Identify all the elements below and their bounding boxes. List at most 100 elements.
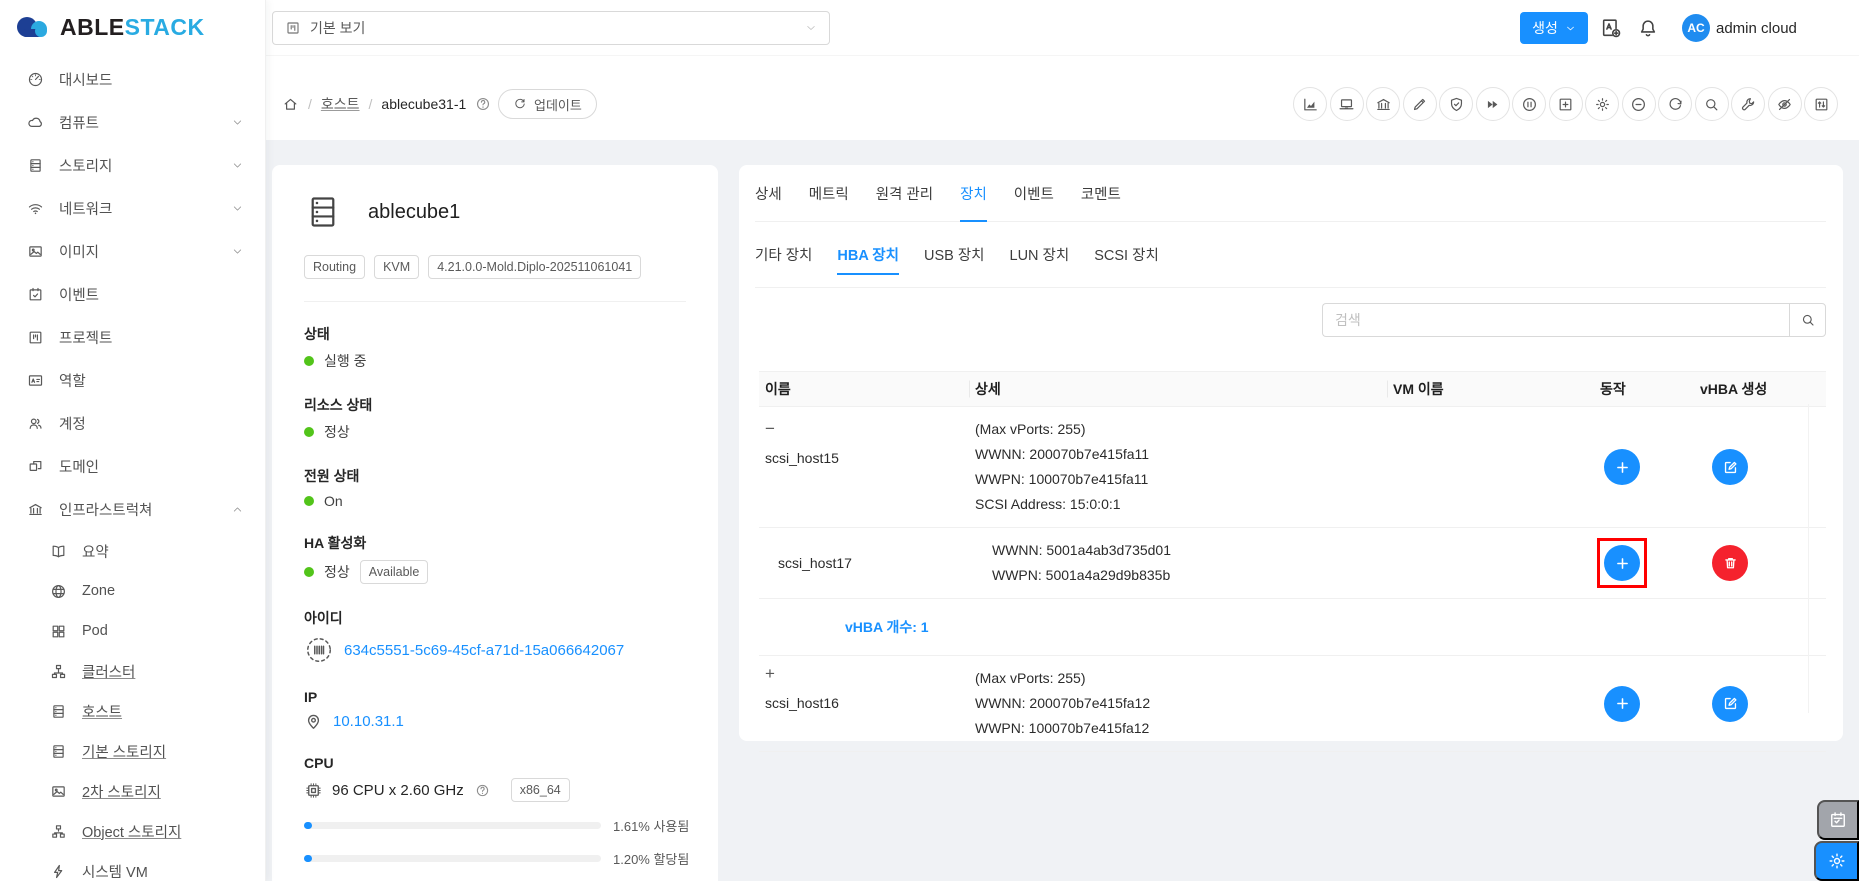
tab-events[interactable]: 이벤트 bbox=[1014, 165, 1054, 221]
id-section: 아이디 634c5551-5c69-45cf-a71d-15a066642067 bbox=[304, 608, 686, 665]
tag-routing: Routing bbox=[304, 255, 365, 279]
tab-metrics[interactable]: 메트릭 bbox=[809, 165, 849, 221]
device-search bbox=[1322, 303, 1826, 337]
cpu-value: 96 CPU x 2.60 GHz bbox=[332, 782, 464, 799]
user-avatar[interactable]: AC bbox=[1682, 14, 1710, 42]
device-name: scsi_host17 bbox=[778, 555, 852, 571]
tab-comments[interactable]: 코멘트 bbox=[1081, 165, 1121, 221]
sidebar-item-dashboard[interactable]: 대시보드 bbox=[0, 58, 265, 101]
sidebar-item-pod[interactable]: Pod bbox=[0, 611, 265, 651]
question-circle-icon[interactable] bbox=[475, 783, 490, 798]
view-selector[interactable]: 기본 보기 bbox=[272, 11, 830, 45]
sidebar-item-secondary-storage[interactable]: 2차 스토리지 bbox=[0, 771, 265, 811]
bank-icon bbox=[27, 501, 44, 518]
search-host-button[interactable] bbox=[1695, 87, 1729, 121]
settings-drawer-button[interactable] bbox=[1814, 841, 1859, 881]
brand-logo[interactable]: ABLESTACK bbox=[14, 12, 205, 42]
collapse-row-toggle[interactable]: − bbox=[765, 421, 780, 436]
sidebar-item-storage[interactable]: 스토리지 bbox=[0, 144, 265, 187]
host-detail-panel: 상세 메트릭 원격 관리 장치 이벤트 코멘트 기타 장치 HBA 장치 USB… bbox=[739, 165, 1843, 741]
device-detail-line: (Max vPorts: 255) bbox=[975, 666, 1381, 691]
view-console-button[interactable] bbox=[1330, 87, 1364, 121]
search-button[interactable] bbox=[1789, 303, 1826, 337]
table-row: + scsi_host16 (Max vPorts: 255) WWNN: 20… bbox=[759, 656, 1826, 752]
search-input[interactable] bbox=[1322, 303, 1789, 337]
sidebar-item-roles[interactable]: 역할 bbox=[0, 359, 265, 402]
subtab-usb-devices[interactable]: USB 장치 bbox=[924, 222, 985, 287]
update-button[interactable]: 업데이트 bbox=[498, 89, 597, 119]
subtab-lun-devices[interactable]: LUN 장치 bbox=[1010, 222, 1070, 287]
infrastructure-button[interactable] bbox=[1366, 87, 1400, 121]
user-name[interactable]: admin cloud bbox=[1716, 20, 1797, 37]
status-dot-green bbox=[304, 356, 314, 366]
col-name: 이름 bbox=[759, 372, 969, 406]
home-icon[interactable] bbox=[282, 96, 299, 113]
cpu-used-label: 1.61% 사용됨 bbox=[613, 816, 689, 835]
domain-blocks-icon bbox=[27, 458, 44, 475]
expand-row-toggle[interactable]: + bbox=[765, 666, 780, 681]
event-log-drawer-button[interactable] bbox=[1817, 800, 1859, 840]
cpu-chip-icon bbox=[304, 781, 323, 800]
hide-button[interactable] bbox=[1768, 87, 1802, 121]
delete-vhba-button[interactable] bbox=[1712, 545, 1748, 581]
plus-icon bbox=[1614, 695, 1631, 712]
host-ip-link[interactable]: 10.10.31.1 bbox=[333, 713, 404, 730]
subtab-other-devices[interactable]: 기타 장치 bbox=[755, 222, 812, 287]
tab-details[interactable]: 상세 bbox=[755, 165, 782, 221]
edit-vhba-button[interactable] bbox=[1712, 686, 1748, 722]
add-vhba-button[interactable] bbox=[1604, 686, 1640, 722]
migrate-button[interactable] bbox=[1476, 87, 1510, 121]
edit-vhba-button[interactable] bbox=[1712, 449, 1748, 485]
sidebar-item-domains[interactable]: 도메인 bbox=[0, 445, 265, 488]
maintenance-button[interactable] bbox=[1512, 87, 1546, 121]
settings-button[interactable] bbox=[1585, 87, 1619, 121]
view-selector-value: 기본 보기 bbox=[310, 18, 365, 38]
ha-available-tag: Available bbox=[360, 560, 429, 584]
restart-button[interactable] bbox=[1658, 87, 1692, 121]
cloud-icon bbox=[27, 114, 44, 131]
sidebar-item-accounts[interactable]: 계정 bbox=[0, 402, 265, 445]
add-vhba-button[interactable] bbox=[1604, 545, 1640, 581]
cpu-section: CPU 96 CPU x 2.60 GHz x86_64 1.61% 사용됨 1… bbox=[304, 755, 686, 868]
sidebar-item-system-vm[interactable]: 시스템 VM bbox=[0, 851, 265, 881]
disable-button[interactable] bbox=[1622, 87, 1656, 121]
edit-button[interactable] bbox=[1403, 87, 1437, 121]
sidebar-item-compute[interactable]: 컴퓨트 bbox=[0, 101, 265, 144]
sidebar-item-cluster[interactable]: 클러스터 bbox=[0, 651, 265, 691]
subtab-hba-devices[interactable]: HBA 장치 bbox=[837, 222, 899, 287]
sidebar-item-hosts[interactable]: 호스트 bbox=[0, 691, 265, 731]
sidebar-item-primary-storage[interactable]: 기본 스토리지 bbox=[0, 731, 265, 771]
device-detail-line: WWNN: 5001a4ab3d735d01 bbox=[992, 538, 1381, 563]
vhba-count-link[interactable]: vHBA 개수: 1 bbox=[759, 599, 1826, 655]
divider bbox=[304, 301, 686, 302]
sidebar-item-network[interactable]: 네트워크 bbox=[0, 187, 265, 230]
subtab-scsi-devices[interactable]: SCSI 장치 bbox=[1094, 222, 1159, 287]
sidebar-item-events[interactable]: 이벤트 bbox=[0, 273, 265, 316]
tab-remote-management[interactable]: 원격 관리 bbox=[876, 165, 933, 221]
vm-name-cell bbox=[1387, 528, 1594, 598]
sidebar-item-projects[interactable]: 프로젝트 bbox=[0, 316, 265, 359]
create-button[interactable]: 생성 bbox=[1520, 12, 1588, 44]
add-button[interactable] bbox=[1549, 87, 1583, 121]
view-metrics-button[interactable] bbox=[1293, 87, 1327, 121]
col-vm-name: VM 이름 bbox=[1387, 372, 1594, 406]
question-circle-icon[interactable] bbox=[475, 96, 491, 112]
device-detail-line: WWNN: 200070b7e415fa11 bbox=[975, 442, 1381, 467]
sidebar-item-summary[interactable]: 요약 bbox=[0, 531, 265, 571]
tab-devices[interactable]: 장치 bbox=[960, 165, 987, 221]
vm-name-cell bbox=[1387, 407, 1594, 527]
sidebar-item-object-storage[interactable]: Object 스토리지 bbox=[0, 811, 265, 851]
laptop-icon bbox=[1338, 96, 1355, 113]
host-uuid-link[interactable]: 634c5551-5c69-45cf-a71d-15a066642067 bbox=[344, 642, 624, 659]
app-window: ABLESTACK 대시보드 컴퓨트 스토리지 네트워크 bbox=[0, 0, 1859, 881]
adjust-columns-button[interactable] bbox=[1804, 87, 1838, 121]
secure-host-button[interactable] bbox=[1439, 87, 1473, 121]
bell-icon[interactable] bbox=[1637, 17, 1659, 39]
breadcrumb-hosts-link[interactable]: 호스트 bbox=[321, 94, 360, 114]
locale-add-icon[interactable] bbox=[1600, 17, 1622, 39]
add-vhba-button[interactable] bbox=[1604, 449, 1640, 485]
sidebar-item-images[interactable]: 이미지 bbox=[0, 230, 265, 273]
sidebar-item-zone[interactable]: Zone bbox=[0, 571, 265, 611]
repair-button[interactable] bbox=[1731, 87, 1765, 121]
sidebar-item-infrastructure[interactable]: 인프라스트럭쳐 bbox=[0, 488, 265, 531]
